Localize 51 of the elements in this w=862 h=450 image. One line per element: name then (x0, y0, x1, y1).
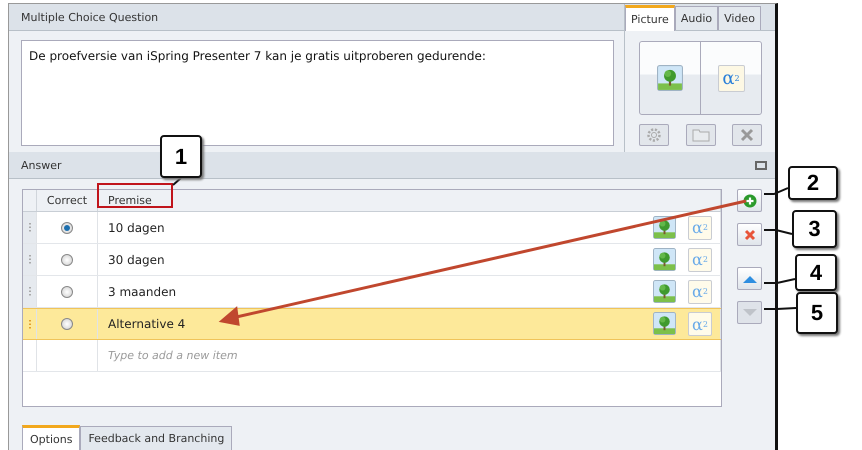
drag-handle-icon[interactable] (28, 223, 30, 232)
leader-line (764, 229, 792, 235)
callout-number: 3 (792, 210, 837, 248)
leader-line (764, 187, 788, 195)
answer-row[interactable]: Alternative 4 α$^{2}$ (23, 308, 721, 340)
move-up-button[interactable] (737, 267, 762, 290)
media-tab[interactable]: Picture (625, 5, 675, 31)
answer-text[interactable]: 10 dagen (108, 220, 165, 234)
leader-line (764, 307, 796, 310)
callout-number: 5 (796, 292, 838, 334)
answer-text[interactable]: 30 dagen (108, 252, 165, 266)
drag-handle-icon[interactable] (28, 255, 30, 264)
plus-icon (742, 194, 756, 208)
delete-button[interactable] (737, 223, 762, 246)
correct-radio[interactable] (61, 222, 73, 234)
callout-number: 4 (795, 254, 837, 291)
close-icon (740, 128, 754, 142)
tree-image-icon[interactable] (653, 312, 676, 335)
drag-handle-icon[interactable] (28, 287, 30, 296)
settings-button[interactable] (639, 124, 669, 146)
callout-number: 2 (788, 166, 838, 200)
maximize-icon[interactable] (755, 160, 767, 170)
answer-text[interactable]: 3 maanden (108, 284, 176, 298)
delete-icon (744, 228, 756, 240)
column-header[interactable]: Correct (37, 190, 98, 211)
tree-image-icon[interactable] (653, 280, 676, 302)
up-arrow-icon (742, 274, 756, 282)
correct-radio[interactable] (61, 254, 73, 266)
correct-radio[interactable] (61, 286, 73, 298)
folder-button[interactable] (686, 124, 716, 146)
media-tab[interactable]: Audio (674, 6, 718, 30)
leader-line (172, 177, 182, 186)
settings-icon (646, 127, 662, 143)
panel-title: Answer (21, 158, 62, 172)
tree-image-icon[interactable] (653, 248, 676, 270)
formula-button[interactable]: α$^{2}$ (718, 64, 744, 92)
down-arrow-icon (742, 308, 756, 316)
panel-title: Multiple Choice Question (21, 10, 158, 24)
bottom-tab[interactable]: Feedback and Branching (80, 426, 232, 450)
close-button[interactable] (732, 124, 762, 146)
answer-text[interactable]: Alternative 4 (108, 317, 186, 331)
folder-icon (692, 128, 710, 142)
bottom-tab[interactable]: Options (22, 425, 80, 450)
tree-image-icon[interactable] (657, 65, 683, 91)
question-field[interactable]: De proefversie van iSpring Presenter 7 kan je gratis uitproberen gedurende: (21, 40, 614, 146)
drag-handle-icon[interactable] (28, 320, 30, 328)
correct-radio[interactable] (61, 318, 73, 330)
callout-number: 1 (160, 135, 202, 178)
leader-line (764, 278, 796, 284)
add-button[interactable] (737, 189, 762, 212)
media-tab[interactable]: Video (718, 6, 761, 30)
